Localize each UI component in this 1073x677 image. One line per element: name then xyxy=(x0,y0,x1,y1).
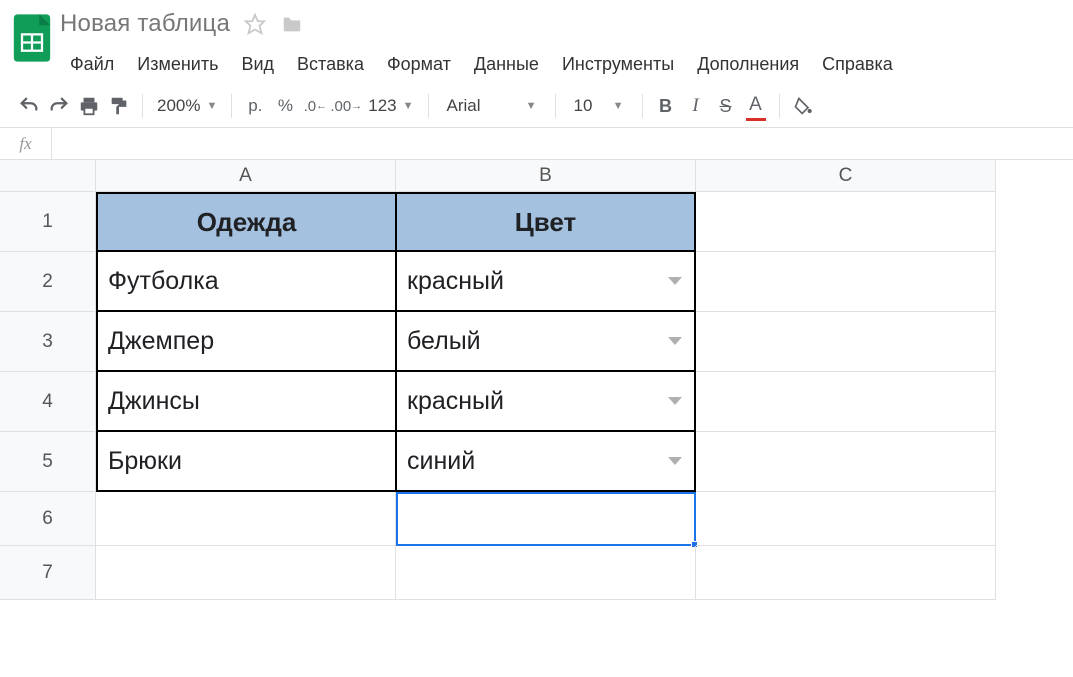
cell-A4[interactable]: Джинсы xyxy=(96,372,396,432)
dropdown-icon[interactable] xyxy=(668,337,682,345)
cell-C5[interactable] xyxy=(696,432,996,492)
column-headers-row: A B C xyxy=(0,160,1073,192)
row-header-3[interactable]: 3 xyxy=(0,312,96,372)
font-size-select[interactable]: 10▼ xyxy=(564,96,634,116)
print-icon[interactable] xyxy=(74,91,104,121)
row-3: 3 Джемпер белый xyxy=(0,312,1073,372)
cell-A7[interactable] xyxy=(96,546,396,600)
column-header-C[interactable]: C xyxy=(696,160,996,192)
row-header-6[interactable]: 6 xyxy=(0,492,96,546)
formula-bar: fx xyxy=(0,128,1073,160)
formula-input[interactable] xyxy=(52,128,1073,159)
menu-format[interactable]: Формат xyxy=(377,50,461,79)
menu-bar: Файл Изменить Вид Вставка Формат Данные … xyxy=(60,40,903,79)
chevron-down-icon: ▼ xyxy=(403,100,414,112)
cell-B2-value: красный xyxy=(407,267,504,296)
cell-A2[interactable]: Футболка xyxy=(96,252,396,312)
dropdown-icon[interactable] xyxy=(668,457,682,465)
cell-B7[interactable] xyxy=(396,546,696,600)
column-header-B[interactable]: B xyxy=(396,160,696,192)
cell-C2[interactable] xyxy=(696,252,996,312)
select-all-corner[interactable] xyxy=(0,160,96,192)
row-1: 1 Одежда Цвет xyxy=(0,192,1073,252)
cell-A5[interactable]: Брюки xyxy=(96,432,396,492)
percent-button[interactable]: % xyxy=(270,91,300,121)
increase-decimal-button[interactable]: .00→ xyxy=(330,91,362,121)
menu-tools[interactable]: Инструменты xyxy=(552,50,684,79)
fx-icon: fx xyxy=(0,128,52,159)
column-header-A[interactable]: A xyxy=(96,160,396,192)
menu-help[interactable]: Справка xyxy=(812,50,903,79)
row-header-5[interactable]: 5 xyxy=(0,432,96,492)
row-4: 4 Джинсы красный xyxy=(0,372,1073,432)
decrease-decimal-button[interactable]: .0← xyxy=(300,91,330,121)
chevron-down-icon: ▼ xyxy=(613,100,624,112)
bold-button[interactable]: B xyxy=(651,91,681,121)
menu-edit[interactable]: Изменить xyxy=(127,50,228,79)
strikethrough-button[interactable]: S xyxy=(711,91,741,121)
menu-data[interactable]: Данные xyxy=(464,50,549,79)
format-select[interactable]: 123▼ xyxy=(362,96,419,116)
grid-rows: 1 Одежда Цвет 2 Футболка красный 3 Джемп… xyxy=(0,192,1073,600)
menu-insert[interactable]: Вставка xyxy=(287,50,374,79)
cell-B2[interactable]: красный xyxy=(396,252,696,312)
star-icon[interactable] xyxy=(244,13,266,35)
chevron-down-icon: ▼ xyxy=(206,100,217,112)
sheets-logo-icon xyxy=(12,8,56,68)
row-header-7[interactable]: 7 xyxy=(0,546,96,600)
currency-button[interactable]: р. xyxy=(240,91,270,121)
cell-B6[interactable] xyxy=(396,492,696,546)
cell-C7[interactable] xyxy=(696,546,996,600)
cell-C6[interactable] xyxy=(696,492,996,546)
cell-C4[interactable] xyxy=(696,372,996,432)
undo-icon[interactable] xyxy=(14,91,44,121)
cell-B5-value: синий xyxy=(407,447,475,476)
row-header-2[interactable]: 2 xyxy=(0,252,96,312)
chevron-down-icon: ▼ xyxy=(526,100,537,112)
row-5: 5 Брюки синий xyxy=(0,432,1073,492)
paint-format-icon[interactable] xyxy=(104,91,134,121)
cell-A1[interactable]: Одежда xyxy=(96,192,396,252)
menu-file[interactable]: Файл xyxy=(60,50,124,79)
row-header-4[interactable]: 4 xyxy=(0,372,96,432)
folder-icon[interactable] xyxy=(280,13,304,35)
cell-B4[interactable]: красный xyxy=(396,372,696,432)
cell-A3[interactable]: Джемпер xyxy=(96,312,396,372)
row-6: 6 xyxy=(0,492,1073,546)
cell-B3-value: белый xyxy=(407,327,481,356)
row-2: 2 Футболка красный xyxy=(0,252,1073,312)
menu-addons[interactable]: Дополнения xyxy=(687,50,809,79)
dropdown-icon[interactable] xyxy=(668,277,682,285)
fill-color-button[interactable] xyxy=(788,91,818,121)
cell-B1[interactable]: Цвет xyxy=(396,192,696,252)
row-7: 7 xyxy=(0,546,1073,600)
document-title[interactable]: Новая таблица xyxy=(60,10,230,38)
dropdown-icon[interactable] xyxy=(668,397,682,405)
menu-view[interactable]: Вид xyxy=(231,50,284,79)
cell-B5[interactable]: синий xyxy=(396,432,696,492)
zoom-select[interactable]: 200%▼ xyxy=(151,96,223,116)
italic-button[interactable]: I xyxy=(681,91,711,121)
font-select[interactable]: Arial▼ xyxy=(437,96,547,116)
header: Новая таблица Файл Изменить Вид Вставка … xyxy=(0,0,1073,79)
row-header-1[interactable]: 1 xyxy=(0,192,96,252)
cell-B3[interactable]: белый xyxy=(396,312,696,372)
cell-C1[interactable] xyxy=(696,192,996,252)
redo-icon[interactable] xyxy=(44,91,74,121)
cell-A6[interactable] xyxy=(96,492,396,546)
toolbar: 200%▼ р. % .0← .00→ 123▼ Arial▼ 10▼ B I … xyxy=(0,85,1073,128)
text-color-button[interactable]: A xyxy=(741,91,771,121)
cell-B4-value: красный xyxy=(407,387,504,416)
cell-C3[interactable] xyxy=(696,312,996,372)
